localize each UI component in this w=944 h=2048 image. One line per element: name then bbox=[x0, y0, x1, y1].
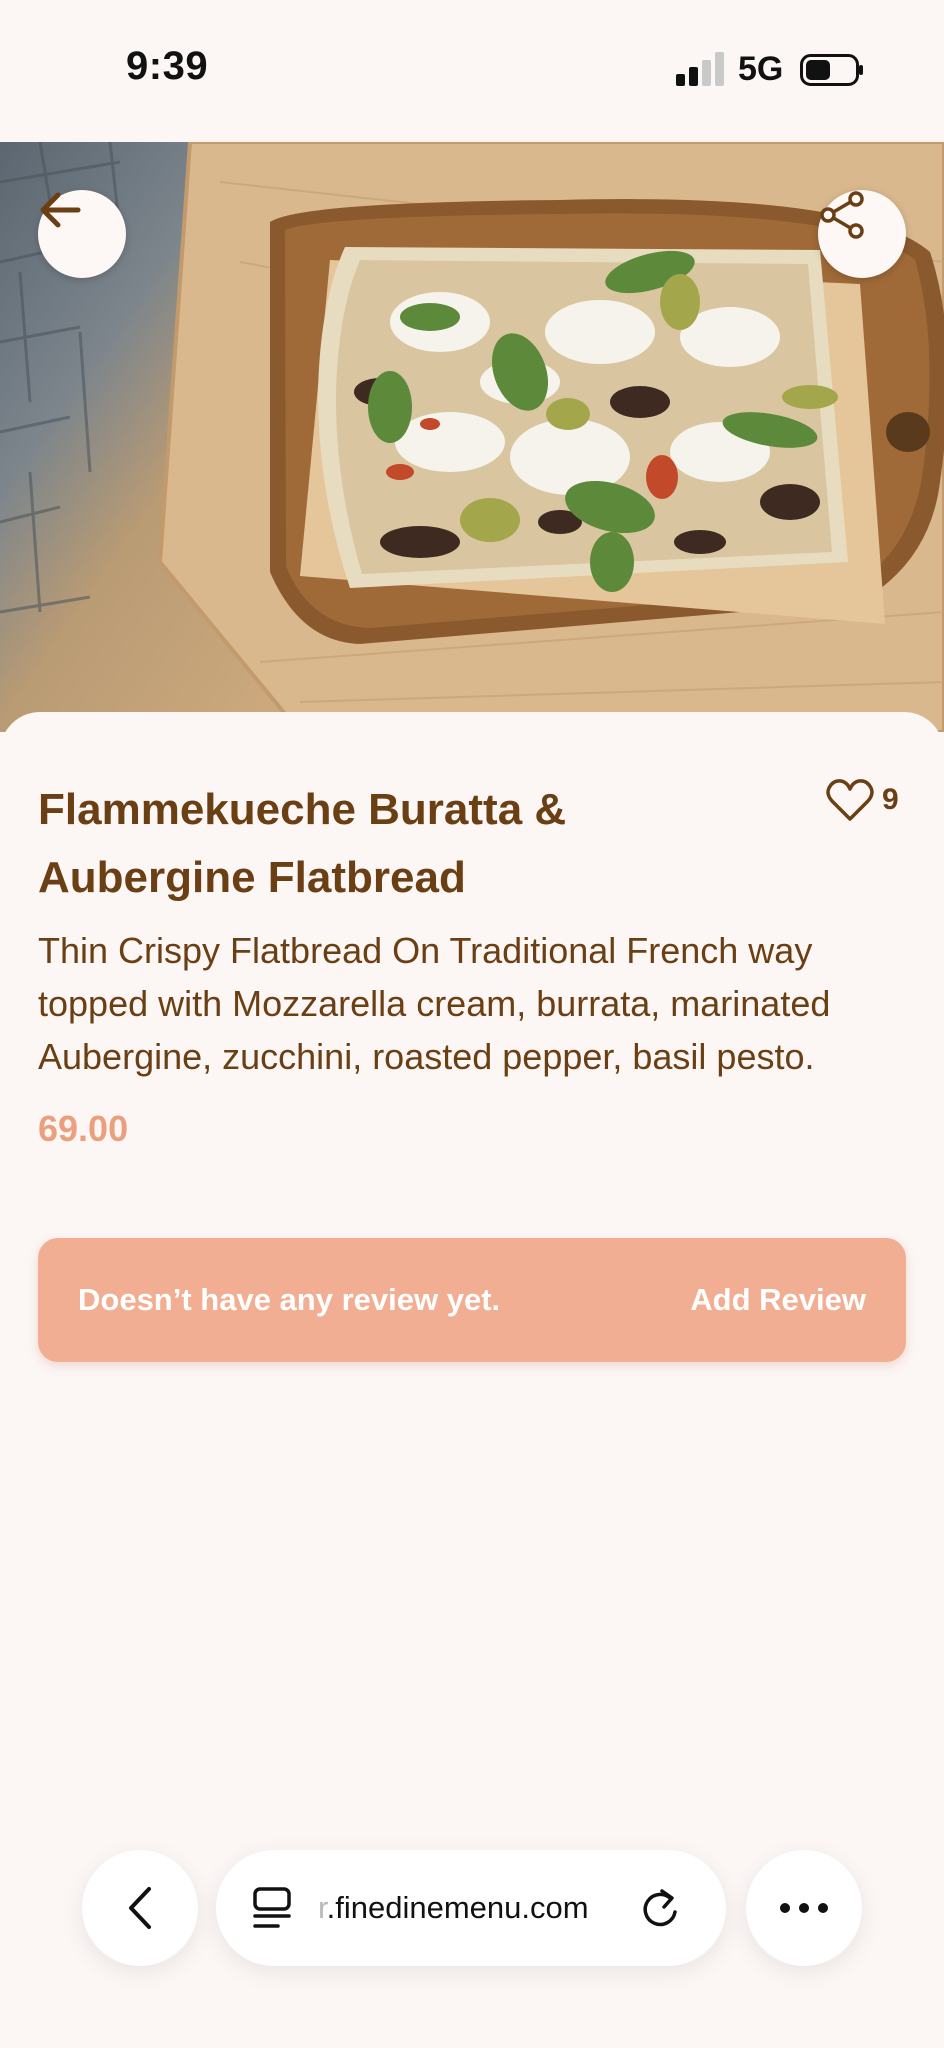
heart-icon bbox=[826, 779, 874, 821]
dish-image bbox=[0, 142, 944, 732]
share-icon bbox=[820, 191, 864, 239]
back-button[interactable] bbox=[38, 190, 126, 278]
dish-title: Flammekueche Buratta & Aubergine Flatbre… bbox=[38, 785, 567, 902]
review-bar: Doesn’t have any review yet. Add Review bbox=[38, 1238, 906, 1362]
dish-price: 69.00 bbox=[38, 1108, 129, 1149]
url-prefix: r bbox=[318, 1890, 327, 1925]
browser-back-button[interactable] bbox=[82, 1850, 198, 1966]
more-button[interactable] bbox=[746, 1850, 862, 1966]
battery-icon bbox=[800, 54, 863, 86]
like-count: 9 bbox=[882, 783, 899, 816]
status-time: 9:39 bbox=[126, 44, 209, 88]
url-domain: .finedinemenu.com bbox=[326, 1890, 589, 1925]
content-sheet bbox=[0, 712, 944, 2048]
dish-description: Thin Crispy Flatbread On Traditional Fre… bbox=[38, 930, 831, 1077]
url-text: r.finedinemenu.com bbox=[318, 1890, 614, 1926]
reload-icon[interactable] bbox=[640, 1886, 680, 1930]
chevron-left-icon bbox=[129, 1887, 151, 1929]
flatbread-photo bbox=[0, 142, 944, 732]
url-bar[interactable]: r.finedinemenu.com bbox=[216, 1850, 726, 1966]
network-label: 5G bbox=[738, 50, 784, 88]
arrow-left-icon bbox=[40, 192, 81, 228]
status-bar: 9:39 5G bbox=[0, 0, 944, 142]
no-review-text: Doesn’t have any review yet. bbox=[78, 1282, 501, 1317]
tabs-icon bbox=[253, 1887, 291, 1928]
add-review-button[interactable]: Add Review bbox=[690, 1282, 866, 1318]
like-button[interactable]: 9 bbox=[826, 776, 899, 824]
signal-icon bbox=[676, 52, 724, 86]
share-button[interactable] bbox=[818, 190, 906, 278]
more-icon bbox=[780, 1903, 828, 1913]
